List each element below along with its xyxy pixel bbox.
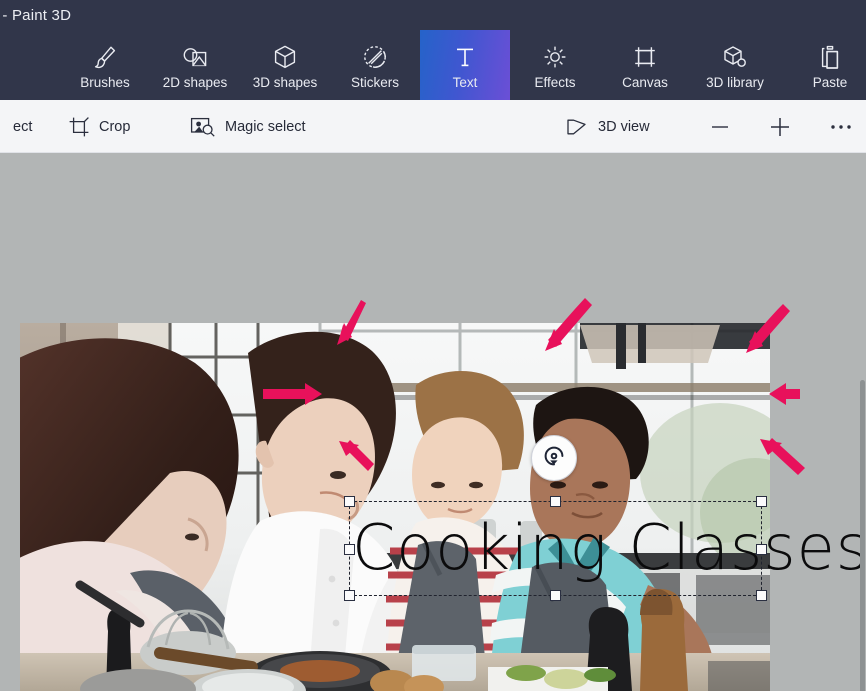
- tab-brushes[interactable]: Brushes: [60, 30, 150, 100]
- tab-3d-library[interactable]: 3D library: [690, 30, 780, 100]
- tab-2d-shapes-label: 2D shapes: [162, 75, 228, 90]
- canvas-work-area[interactable]: Cooking Classes: [0, 153, 866, 691]
- window-title: * - Paint 3D: [0, 6, 72, 24]
- text-icon: [453, 40, 477, 70]
- arrow-bottom-right-handle: [760, 438, 805, 475]
- tab-effects[interactable]: Effects: [510, 30, 600, 100]
- tab-paste-label: Paste: [812, 75, 848, 90]
- zoom-in-button[interactable]: [766, 100, 794, 153]
- tab-text-label: Text: [452, 75, 478, 90]
- tab-brushes-label: Brushes: [80, 75, 130, 90]
- tab-effects-label: Effects: [534, 75, 576, 90]
- ribbon-tab-strip: Brushes 2D shapes 3D shapes Stickers Tex…: [0, 30, 866, 100]
- 2d-shapes-icon: [181, 40, 209, 70]
- toolbar-item-select[interactable]: ect: [0, 100, 32, 153]
- toolbar-item-select-label: ect: [13, 118, 33, 135]
- brush-icon: [92, 40, 118, 70]
- minus-icon: [707, 117, 733, 137]
- arrow-top-left-handle: [337, 300, 366, 345]
- paste-icon: [818, 40, 842, 70]
- tab-stickers[interactable]: Stickers: [330, 30, 420, 100]
- arrow-top-right-handle: [746, 304, 790, 353]
- tab-2d-shapes[interactable]: 2D shapes: [150, 30, 240, 100]
- sub-toolbar: ect Crop Magic select 3D view: [0, 100, 866, 153]
- arrow-middle-right-handle: [769, 383, 800, 405]
- effects-icon: [542, 40, 568, 70]
- title-bar: * - Paint 3D: [0, 0, 866, 30]
- toolbar-item-3d-view-label: 3D view: [598, 118, 650, 135]
- plus-icon: [767, 115, 793, 139]
- tab-canvas-label: Canvas: [622, 75, 668, 90]
- 3d-library-icon: [721, 40, 749, 70]
- vertical-scrollbar[interactable]: [860, 380, 866, 691]
- more-options-button[interactable]: [826, 100, 856, 153]
- toolbar-item-crop[interactable]: Crop: [68, 100, 130, 153]
- ellipsis-icon: [828, 122, 854, 132]
- 3d-shapes-icon: [273, 40, 297, 70]
- magic-select-icon: [190, 116, 216, 138]
- stickers-icon: [362, 40, 388, 70]
- canvas-icon: [632, 40, 658, 70]
- zoom-out-button[interactable]: [706, 100, 734, 153]
- 3d-view-icon: [565, 117, 589, 137]
- toolbar-item-magic-select-label: Magic select: [225, 118, 306, 135]
- annotation-arrows: [263, 298, 805, 475]
- toolbar-item-3d-view[interactable]: 3D view: [565, 100, 650, 153]
- toolbar-item-crop-label: Crop: [99, 118, 131, 135]
- tab-3d-library-label: 3D library: [706, 75, 764, 90]
- tab-paste[interactable]: Paste: [794, 30, 866, 100]
- arrow-middle-left-handle: [263, 383, 322, 405]
- arrow-top-center-handle: [545, 298, 592, 351]
- tab-stickers-label: Stickers: [350, 75, 399, 90]
- arrow-bottom-left-handle: [339, 440, 374, 471]
- scrollbar-thumb[interactable]: [860, 380, 865, 691]
- tab-canvas[interactable]: Canvas: [600, 30, 690, 100]
- tab-text[interactable]: Text: [420, 30, 510, 100]
- tab-3d-shapes[interactable]: 3D shapes: [240, 30, 330, 100]
- crop-icon: [68, 116, 90, 138]
- toolbar-item-magic-select[interactable]: Magic select: [190, 100, 306, 153]
- tab-3d-shapes-label: 3D shapes: [252, 75, 318, 90]
